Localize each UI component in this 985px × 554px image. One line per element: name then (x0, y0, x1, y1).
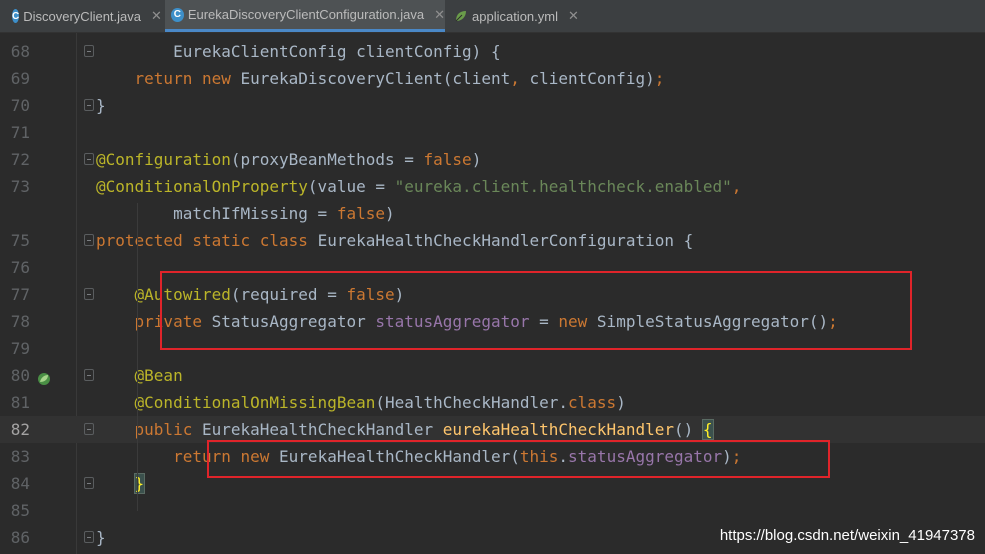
line-number: 78 (10, 312, 30, 331)
code-text: matchIfMissing = false) (96, 204, 395, 223)
code-text: return new EurekaDiscoveryClient(client,… (134, 69, 665, 88)
code-line[interactable]: 73 @ConditionalOnProperty(value = "eureka… (0, 173, 985, 200)
code-line[interactable]: 68 EurekaClientConfig clientConfig) { (0, 38, 985, 65)
line-number: 73 (10, 177, 30, 196)
code-line[interactable]: 81 @ConditionalOnMissingBean(HealthCheck… (0, 389, 985, 416)
line-number: 81 (10, 393, 30, 412)
code-text: @ConditionalOnMissingBean(HealthCheckHan… (134, 393, 626, 412)
line-number: 83 (10, 447, 30, 466)
highlight-box-autowired-field (160, 271, 912, 350)
tab-2[interactable]: C EurekaDiscoveryClientConfiguration.java… (165, 0, 445, 32)
line-number: 75 (10, 231, 30, 250)
code-text: protected static class EurekaHealthCheck… (96, 231, 694, 250)
line-number: 77 (10, 285, 30, 304)
editor-tab-bar: C DiscoveryClient.java ✕ C EurekaDiscoveryCl… (0, 0, 985, 33)
code-text: public EurekaHealthCheckHandler eurekaHe… (134, 419, 714, 440)
fold-marker-icon[interactable] (84, 531, 94, 543)
line-number: 82 (10, 420, 30, 439)
fold-marker-icon[interactable] (84, 288, 94, 300)
line-number: 76 (10, 258, 30, 277)
tab-3[interactable]: application.yml ✕ (448, 0, 583, 32)
line-number: 68 (10, 42, 30, 61)
fold-marker-icon[interactable] (84, 153, 94, 165)
watermark: https://blog.csdn.net/weixin_41947378 (719, 527, 975, 544)
highlight-box-return-statement (207, 440, 830, 478)
line-number: 71 (10, 123, 30, 142)
line-number: 80 (10, 366, 30, 385)
code-text: @ConditionalOnProperty(value = "eureka.c… (96, 177, 742, 196)
code-line[interactable]: 85 (0, 497, 985, 524)
code-line[interactable]: 80 @Bean (0, 362, 985, 389)
code-line[interactable]: 71 (0, 119, 985, 146)
fold-marker-icon[interactable] (84, 99, 94, 111)
code-line[interactable]: matchIfMissing = false) (0, 200, 985, 227)
line-number: 69 (10, 69, 30, 88)
close-icon[interactable]: ✕ (151, 8, 162, 24)
fold-marker-icon[interactable] (84, 477, 94, 489)
close-icon[interactable]: ✕ (434, 7, 445, 23)
line-number: 72 (10, 150, 30, 169)
code-line[interactable]: 72 @Configuration(proxyBeanMethods = fals… (0, 146, 985, 173)
code-text: @Configuration(proxyBeanMethods = false) (96, 150, 482, 169)
line-number: 70 (10, 96, 30, 115)
line-number: 79 (10, 339, 30, 358)
code-line[interactable]: 75 protected static class EurekaHealthChe… (0, 227, 985, 254)
close-icon[interactable]: ✕ (568, 8, 579, 24)
fold-marker-icon[interactable] (84, 45, 94, 57)
indent-guide (137, 203, 138, 511)
tab-label: EurekaDiscoveryClientConfiguration.java (187, 7, 425, 22)
code-text: @Bean (134, 366, 183, 385)
line-number: 84 (10, 474, 30, 493)
fold-marker-icon[interactable] (84, 234, 94, 246)
bean-method-icon[interactable] (36, 368, 52, 385)
line-number: 86 (10, 528, 30, 547)
tab-label: DiscoveryClient.java (23, 8, 141, 24)
code-line[interactable]: 70} (0, 92, 985, 119)
java-class-icon: C (171, 7, 184, 22)
code-text: EurekaClientConfig clientConfig) { (96, 42, 501, 61)
code-text: } (96, 96, 106, 115)
java-class-icon: C (12, 9, 20, 23)
code-line[interactable]: 82 public EurekaHealthCheckHandler eurek… (0, 416, 985, 443)
tab-1[interactable]: C DiscoveryClient.java ✕ (6, 0, 162, 32)
fold-marker-icon[interactable] (84, 423, 94, 435)
tab-label: application.yml (472, 8, 558, 24)
fold-marker-icon[interactable] (84, 369, 94, 381)
code-line[interactable]: 69 return new EurekaDiscoveryClient(clie… (0, 65, 985, 92)
code-text: } (96, 528, 106, 547)
yaml-leaf-icon (454, 9, 468, 23)
line-number: 85 (10, 501, 30, 520)
